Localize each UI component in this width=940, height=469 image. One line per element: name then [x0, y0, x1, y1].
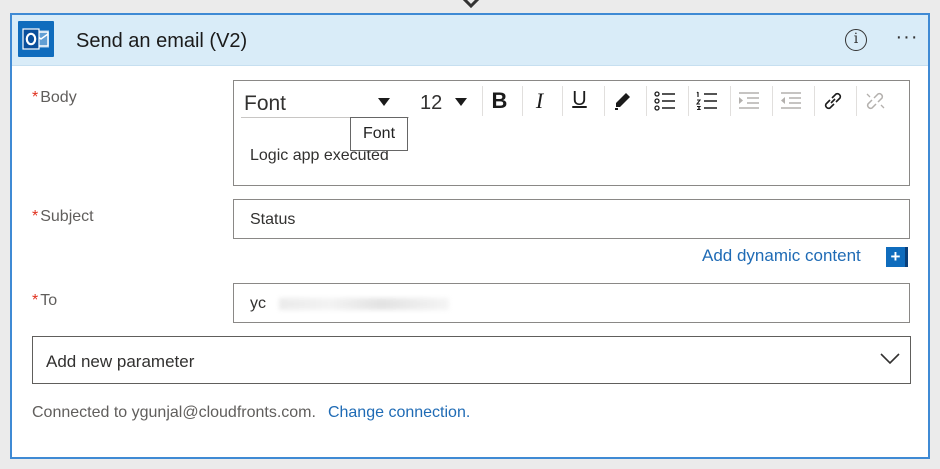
subject-value: Status	[250, 211, 296, 228]
decrease-indent-button[interactable]	[772, 86, 806, 116]
redacted-email	[279, 298, 449, 310]
chevron-down-icon	[455, 98, 467, 106]
rich-text-toolbar: Font 12 B I U	[234, 81, 909, 121]
bold-icon: B	[491, 88, 508, 113]
underline-icon: U	[572, 88, 587, 110]
subject-input[interactable]: Status	[233, 199, 910, 239]
chevron-down-icon	[378, 98, 390, 106]
connected-text: Connected to ygunjal@cloudfronts.com.	[32, 404, 316, 421]
change-connection-link[interactable]: Change connection.	[328, 404, 470, 421]
bold-button[interactable]: B	[482, 86, 516, 116]
to-value: yc	[250, 295, 266, 312]
more-options-icon[interactable]: ···	[892, 27, 922, 51]
action-card: Send an email (V2) i ··· * Body Font 12 B…	[10, 13, 930, 459]
bullet-list-icon	[654, 91, 675, 111]
add-dynamic-content-plus-icon[interactable]: +	[886, 247, 908, 267]
numbered-list-button[interactable]	[688, 86, 722, 116]
action-title: Send an email (V2)	[76, 30, 248, 52]
body-editor[interactable]: Font 12 B I U Logic app executed	[233, 80, 910, 186]
indent-icon	[739, 92, 759, 109]
add-new-parameter-label: Add new parameter	[46, 352, 195, 371]
unlink-icon	[866, 92, 885, 110]
increase-indent-button[interactable]	[730, 86, 764, 116]
font-family-value: Font	[244, 92, 287, 115]
body-label-text: Body	[40, 89, 77, 106]
body-label: * Body	[32, 89, 77, 107]
required-marker: *	[32, 292, 39, 309]
action-header[interactable]: Send an email (V2) i ···	[12, 15, 928, 66]
font-size-value: 12	[420, 92, 443, 114]
font-size-dropdown[interactable]: 12	[419, 87, 479, 117]
add-new-parameter-dropdown[interactable]: Add new parameter	[32, 336, 911, 384]
info-icon[interactable]: i	[845, 29, 867, 51]
bullet-list-button[interactable]	[646, 86, 680, 116]
to-input[interactable]: yc	[233, 283, 910, 323]
link-icon	[824, 92, 842, 110]
insert-link-button[interactable]	[814, 86, 848, 116]
chevron-down-icon	[880, 353, 900, 365]
connector-arrow-icon	[462, 0, 480, 9]
required-marker: *	[32, 89, 39, 106]
remove-link-button[interactable]	[856, 86, 890, 116]
required-marker: *	[32, 208, 39, 225]
subject-label: * Subject	[32, 208, 94, 226]
numbered-list-icon	[696, 91, 717, 110]
italic-button[interactable]: I	[522, 86, 556, 116]
add-dynamic-content-link[interactable]: Add dynamic content	[702, 246, 861, 266]
pen-icon	[615, 93, 630, 110]
to-label-text: To	[40, 292, 58, 309]
font-family-dropdown[interactable]: Font	[241, 87, 409, 118]
outdent-icon	[781, 92, 801, 109]
subject-label-text: Subject	[40, 208, 94, 225]
to-label: * To	[32, 292, 57, 310]
underline-button[interactable]: U	[562, 86, 596, 116]
outlook-icon	[18, 21, 54, 57]
font-tooltip: Font	[350, 117, 409, 151]
italic-icon: I	[535, 88, 544, 113]
highlight-button[interactable]	[604, 86, 638, 116]
connection-footer: Connected to ygunjal@cloudfronts.com. Cha…	[32, 404, 470, 422]
